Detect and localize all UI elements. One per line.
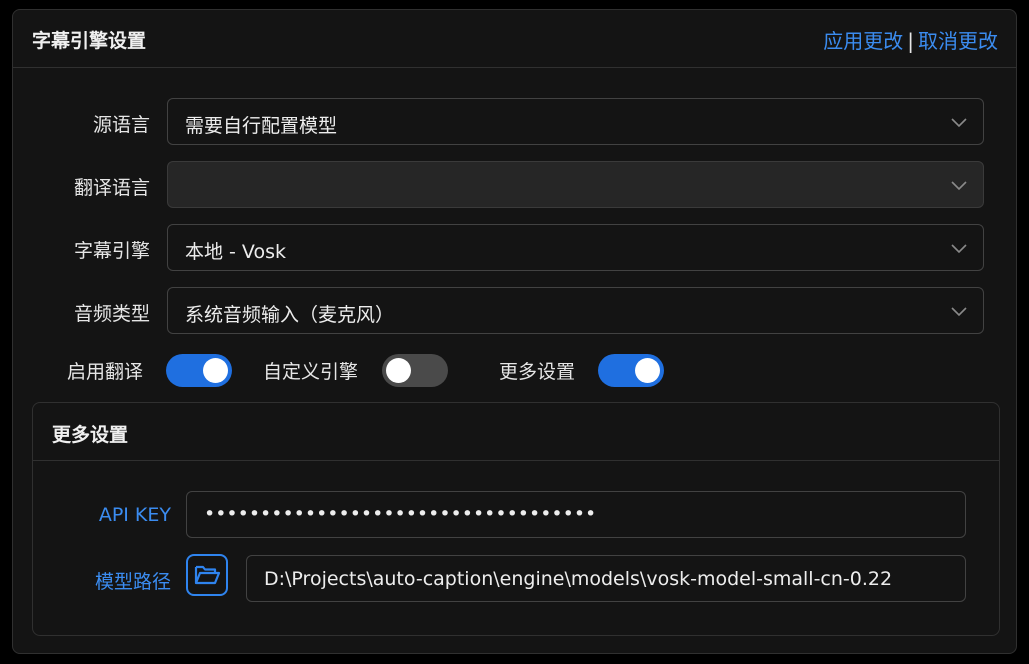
more-settings-panel: 更多设置 API KEY •••••••••••••••••••••••••••… xyxy=(32,402,1000,636)
custom-engine-switch[interactable] xyxy=(382,354,448,387)
source-language-row: 源语言 需要自行配置模型 xyxy=(13,98,1016,146)
target-language-select[interactable] xyxy=(167,161,984,208)
audio-type-value: 系统音频输入（麦克风） xyxy=(185,304,395,326)
model-path-label: 模型路径 xyxy=(94,571,171,593)
source-language-select[interactable]: 需要自行配置模型 xyxy=(167,98,984,145)
target-language-row: 翻译语言 xyxy=(13,161,1016,209)
caption-engine-label: 字幕引擎 xyxy=(73,240,150,262)
more-settings-title: 更多设置 xyxy=(52,424,129,446)
audio-type-label: 音频类型 xyxy=(73,303,150,325)
caption-engine-select[interactable]: 本地 - Vosk xyxy=(167,224,984,271)
model-path-input[interactable]: D:\Projects\auto-caption\engine\models\v… xyxy=(246,555,966,602)
enable-translation-switch[interactable] xyxy=(166,354,232,387)
switch-knob xyxy=(386,358,411,383)
toggle-row: 启用翻译 自定义引擎 更多设置 xyxy=(13,353,1016,389)
model-path-value: D:\Projects\auto-caption\engine\models\v… xyxy=(264,568,893,590)
panel-header: 字幕引擎设置 应用更改 | 取消更改 xyxy=(13,10,1016,68)
folder-open-icon xyxy=(194,565,221,585)
audio-type-select[interactable]: 系统音频输入（麦克风） xyxy=(167,287,984,334)
header-actions: 应用更改 | 取消更改 xyxy=(823,25,998,54)
enable-translation-label: 启用翻译 xyxy=(67,361,144,383)
audio-type-row: 音频类型 系统音频输入（麦克风） xyxy=(13,287,1016,335)
caption-engine-row: 字幕引擎 本地 - Vosk xyxy=(13,224,1016,272)
chevron-down-icon xyxy=(951,244,967,254)
api-key-value: ••••••••••••••••••••••••••••••••••• xyxy=(204,503,597,525)
cancel-changes-link[interactable]: 取消更改 xyxy=(918,29,998,53)
apply-changes-link[interactable]: 应用更改 xyxy=(823,29,903,53)
caption-engine-settings-panel: 字幕引擎设置 应用更改 | 取消更改 源语言 需要自行配置模型 翻译语言 字幕引擎 … xyxy=(12,9,1017,654)
switch-knob xyxy=(635,358,660,383)
chevron-down-icon xyxy=(951,118,967,128)
chevron-down-icon xyxy=(951,307,967,317)
caption-engine-value: 本地 - Vosk xyxy=(185,241,286,263)
api-key-label: API KEY xyxy=(98,504,171,526)
source-language-label: 源语言 xyxy=(92,114,150,136)
custom-engine-label: 自定义引擎 xyxy=(263,361,359,383)
switch-knob xyxy=(203,358,228,383)
separator: | xyxy=(907,29,914,53)
open-folder-button[interactable] xyxy=(186,554,228,596)
more-settings-header: 更多设置 xyxy=(33,403,999,461)
chevron-down-icon xyxy=(951,181,967,191)
panel-title: 字幕引擎设置 xyxy=(32,30,147,52)
more-settings-switch[interactable] xyxy=(598,354,664,387)
more-settings-label: 更多设置 xyxy=(499,361,576,383)
api-key-input[interactable]: ••••••••••••••••••••••••••••••••••• xyxy=(186,491,966,538)
target-language-label: 翻译语言 xyxy=(73,177,150,199)
source-language-value: 需要自行配置模型 xyxy=(185,115,338,137)
